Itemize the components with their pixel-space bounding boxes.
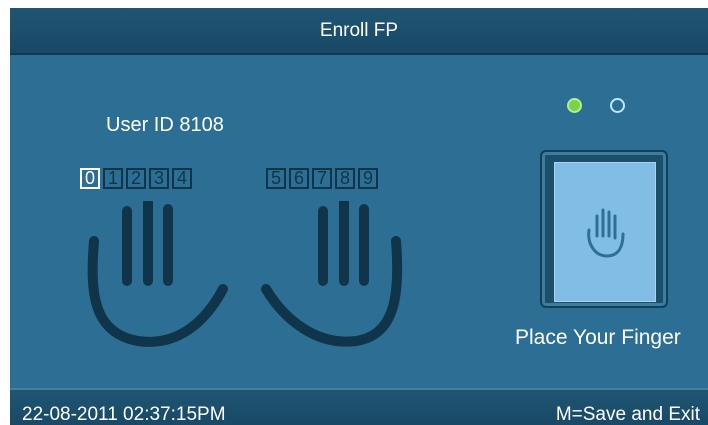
page-title: Enroll FP (319, 19, 399, 41)
place-finger-prompt: Place Your Finger (515, 326, 681, 349)
hand-scan-icon (587, 208, 625, 258)
finger-0-box[interactable]: 0 (80, 168, 100, 189)
left-hand-icon (87, 201, 228, 347)
finger-4-box[interactable]: 4 (172, 168, 192, 189)
finger-9-box: 9 (358, 168, 378, 189)
finger-8-box[interactable]: 8 (335, 168, 355, 189)
finger-2-box[interactable]: 2 (126, 168, 146, 189)
finger-1-box[interactable]: 1 (103, 168, 123, 189)
right-hand-icon (261, 201, 403, 347)
user-id-label: User ID 8108 (106, 114, 224, 136)
title-bar: Enroll FP (10, 8, 708, 55)
status-bar: 22-08-2011 02:37:15PM M=Save and Exit (10, 388, 708, 425)
enroll-fp-screen: Enroll FP User ID 8108 0 1 2 3 4 5 6 7 8… (10, 8, 708, 425)
finger-6-box[interactable]: 6 (289, 168, 309, 189)
scanner-pad (554, 162, 656, 302)
fingerprint-scanner-panel (540, 150, 668, 308)
finger-3-box[interactable]: 3 (149, 168, 169, 189)
left-hand-finger-selector: 0 1 2 3 4 (80, 168, 192, 189)
right-hand-finger-selector: 5 6 7 8 9 (266, 168, 378, 189)
finger-7-box[interactable]: 7 (312, 168, 332, 189)
enroll-progress-dot-done (567, 98, 582, 113)
enroll-progress-dot-pending (610, 98, 625, 113)
finger-5-box[interactable]: 5 (266, 168, 286, 189)
save-exit-hint: M=Save and Exit (555, 404, 700, 425)
datetime-label: 22-08-2011 02:37:15PM (22, 404, 226, 425)
